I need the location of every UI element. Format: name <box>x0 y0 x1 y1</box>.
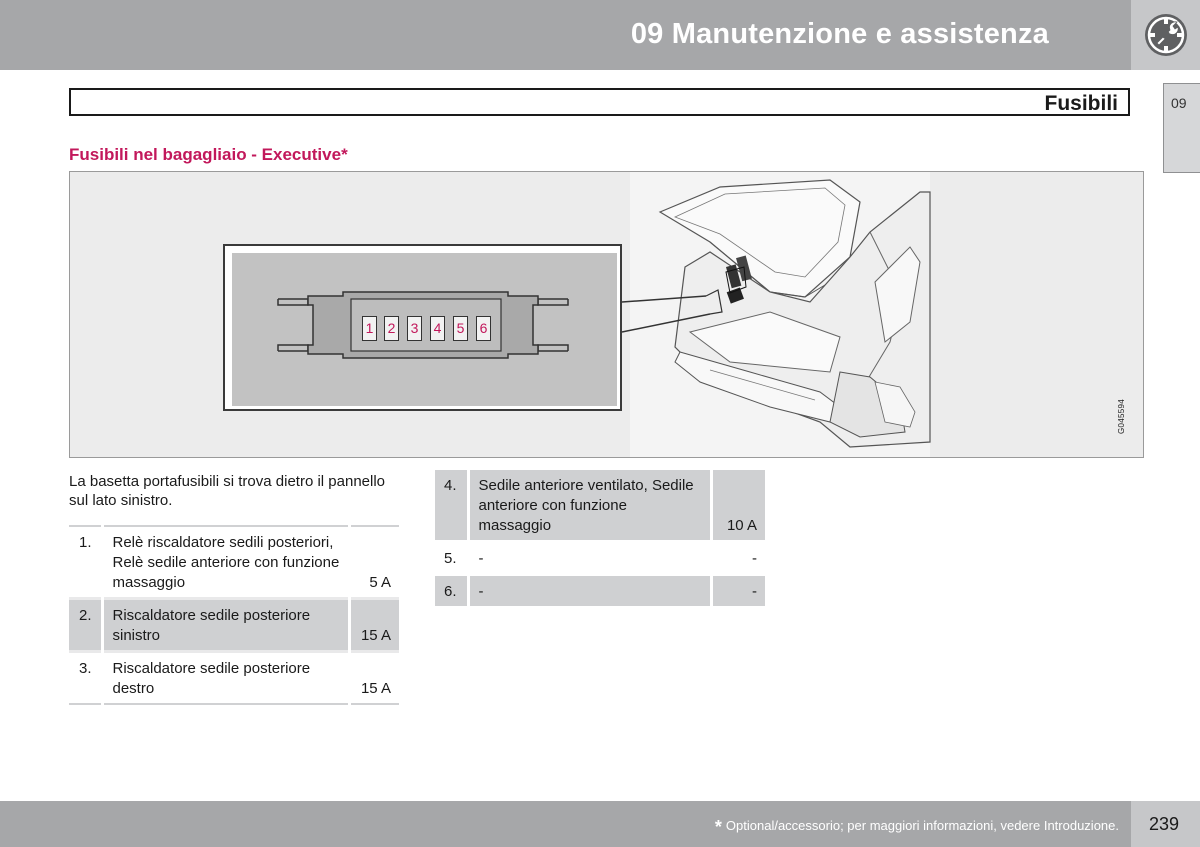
chapter-header: 09 Manutenzione e assistenza <box>0 0 1131 70</box>
fuse-label-3: 3 <box>407 316 422 341</box>
fuse-table-right: 4. Sedile anteriore ventilato, Sedile an… <box>435 467 765 606</box>
fuse-number: 6. <box>435 573 470 606</box>
fuse-description: - <box>468 540 713 575</box>
fuse-table-left: 1. Relè riscaldatore sedili posteriori, … <box>69 525 399 705</box>
fuse-number: 3. <box>69 650 104 704</box>
footer-note: * Optional/accessorio; per maggiori infor… <box>715 817 1119 838</box>
fuse-amperage: 15 A <box>349 597 399 652</box>
fuse-label-5: 5 <box>453 316 468 341</box>
fuse-amperage: - <box>711 573 765 606</box>
fuse-box-outline <box>277 291 569 359</box>
section-title: Fusibili <box>1044 92 1119 115</box>
subsection-title: Fusibili nel bagagliaio - Executive* <box>69 145 348 164</box>
fuse-label-2: 2 <box>384 316 399 341</box>
page-number: 239 <box>1149 814 1180 834</box>
intro-paragraph: La basetta portafusibili si trova dietro… <box>69 473 386 509</box>
table-row: 5. - - <box>435 540 765 575</box>
fuse-amperage: - <box>711 540 765 575</box>
table-row: 4. Sedile anteriore ventilato, Sedile an… <box>435 467 765 542</box>
fuse-description: Riscaldatore sedile posteriore destro <box>102 650 351 704</box>
fuse-description: Relè riscaldatore sedili posteriori, Rel… <box>102 525 351 599</box>
fuse-description: - <box>468 573 713 606</box>
table-row: 3. Riscaldatore sedile posteriore destro… <box>69 650 399 704</box>
footer-asterisk: * <box>714 817 722 837</box>
chapter-tab: 09 <box>1163 83 1200 173</box>
fuse-box-illustration: 1 2 3 4 5 6 G045594 <box>69 171 1144 458</box>
fuse-number: 2. <box>69 597 104 652</box>
footer-note-text: Optional/accessorio; per maggiori inform… <box>725 818 1119 833</box>
fuse-number: 5. <box>435 540 470 575</box>
table-row: 6. - - <box>435 573 765 606</box>
fuse-label-4: 4 <box>430 316 445 341</box>
chapter-title: 09 Manutenzione e assistenza <box>630 18 1049 50</box>
figure-code: G045594 <box>1117 398 1126 434</box>
page-number-box: 239 <box>1131 801 1200 847</box>
table-row: 2. Riscaldatore sedile posteriore sinist… <box>69 597 399 652</box>
fuse-description: Riscaldatore sedile posteriore sinistro <box>102 597 351 652</box>
fuse-label-6: 6 <box>476 316 491 341</box>
page-footer: * Optional/accessorio; per maggiori infor… <box>0 801 1131 847</box>
chapter-icon-box <box>1131 0 1200 70</box>
fuse-label-1: 1 <box>362 316 377 341</box>
fuse-number: 4. <box>435 467 470 542</box>
fuse-number: 1. <box>69 525 104 599</box>
fuse-amperage: 10 A <box>711 467 765 542</box>
section-title-box: Fusibili <box>69 88 1130 116</box>
fuse-description: Sedile anteriore ventilato, Sedile anter… <box>468 467 713 542</box>
fuse-amperage: 5 A <box>349 525 399 599</box>
wrench-gear-icon <box>1145 14 1187 56</box>
table-row: 1. Relè riscaldatore sedili posteriori, … <box>69 525 399 599</box>
fuse-amperage: 15 A <box>349 650 399 704</box>
chapter-tab-number: 09 <box>1171 95 1187 111</box>
fuse-box-detail-inset <box>223 244 622 411</box>
